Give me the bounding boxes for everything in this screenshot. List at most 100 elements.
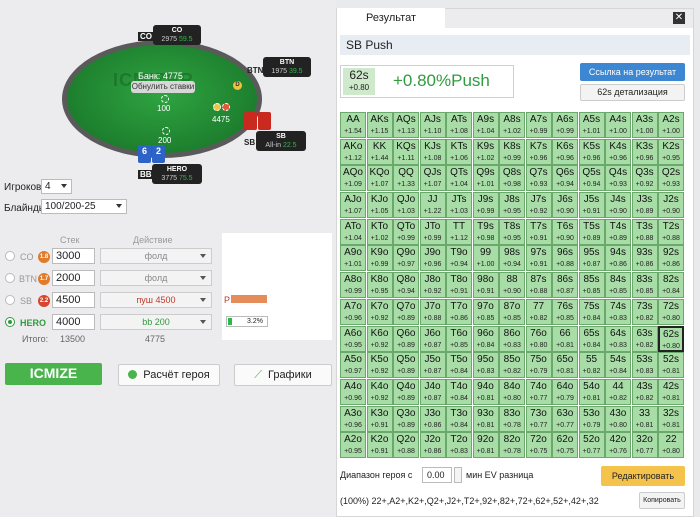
hand-detail-button[interactable]: 62s детализация <box>580 84 685 101</box>
hand-cell[interactable]: Q8s +0.98 <box>499 165 525 192</box>
hand-cell[interactable]: KQs +1.11 <box>393 138 419 165</box>
hand-cell[interactable]: 86s +0.87 <box>552 272 578 299</box>
hand-cell[interactable]: QJo +1.03 <box>393 192 419 219</box>
hand-cell[interactable]: KK +1.44 <box>366 138 393 165</box>
charts-button[interactable]: ⟋ Графики <box>234 364 332 386</box>
hand-cell[interactable]: 73s +0.82 <box>631 298 658 325</box>
hand-cell[interactable]: A7o +0.96 <box>340 298 366 325</box>
hand-cell[interactable]: 75o +0.79 <box>525 352 552 379</box>
row-sb-radio[interactable] <box>5 295 15 305</box>
range-ev-input[interactable]: 0.00 <box>422 467 452 483</box>
row-btn-action-select[interactable]: фолд <box>100 270 212 286</box>
hand-cell[interactable]: QQ +1.33 <box>393 165 419 192</box>
hand-cell[interactable]: 85o +0.82 <box>499 352 525 379</box>
hand-cell[interactable]: K5s +0.96 <box>578 138 605 165</box>
hand-cell[interactable]: 42s +0.81 <box>658 378 684 405</box>
hand-cell[interactable]: KQo +1.07 <box>366 165 393 192</box>
hand-cell[interactable]: J7s +0.92 <box>525 192 552 219</box>
range-ev-stepper[interactable] <box>454 467 462 483</box>
hand-cell[interactable]: K2s +0.95 <box>658 138 684 165</box>
hand-cell[interactable]: 93o +0.81 <box>472 405 499 432</box>
row-hero-stack-input[interactable]: 4000 <box>52 314 95 330</box>
hand-cell[interactable]: 55 +0.82 <box>578 352 605 379</box>
hand-cell[interactable]: 97s +0.91 <box>525 245 552 272</box>
hand-cell[interactable]: Q3s +0.92 <box>631 165 658 192</box>
hand-cell[interactable]: K4s +0.96 <box>605 138 631 165</box>
row-sb-action-select[interactable]: пуш 4500 <box>100 292 212 308</box>
hand-cell[interactable]: 76s +0.85 <box>552 298 578 325</box>
hand-cell[interactable]: 74o +0.77 <box>525 378 552 405</box>
close-icon[interactable]: ✕ <box>673 12 685 24</box>
hand-cell[interactable]: KTo +1.02 <box>366 218 393 245</box>
hand-cell[interactable]: 92o +0.81 <box>472 432 499 459</box>
hand-cell[interactable]: T9o +0.94 <box>446 245 472 272</box>
hand-cell[interactable]: 87s +0.88 <box>525 272 552 299</box>
hand-cell[interactable]: J9s +0.99 <box>472 192 499 219</box>
hand-cell[interactable]: A6s +0.99 <box>552 112 578 138</box>
hand-cell[interactable]: T9s +0.98 <box>472 218 499 245</box>
hand-cell[interactable]: T8s +0.95 <box>499 218 525 245</box>
hand-cell[interactable]: J4o +0.87 <box>419 378 446 405</box>
hand-cell[interactable]: J5s +0.91 <box>578 192 605 219</box>
hand-cell[interactable]: J2s +0.90 <box>658 192 684 219</box>
hand-cell[interactable]: T4s +0.89 <box>605 218 631 245</box>
copy-button[interactable]: Копировать <box>639 492 685 509</box>
hand-cell[interactable]: A6o +0.95 <box>340 325 366 352</box>
hand-cell[interactable]: J6o +0.87 <box>419 325 446 352</box>
hand-cell[interactable]: Q9o +0.97 <box>393 245 419 272</box>
hand-cell[interactable]: K4o +0.92 <box>366 378 393 405</box>
hand-cell[interactable]: QJs +1.07 <box>419 165 446 192</box>
hand-cell[interactable]: AA +1.54 <box>340 112 366 138</box>
hand-cell[interactable]: 22 +0.80 <box>658 432 684 459</box>
hand-cell[interactable]: JJ +1.22 <box>419 192 446 219</box>
hand-cell[interactable]: Q2s +0.93 <box>658 165 684 192</box>
hand-cell[interactable]: A9s +1.04 <box>472 112 499 138</box>
players-select[interactable]: 4 <box>41 179 72 194</box>
hand-cell[interactable]: T6s +0.90 <box>552 218 578 245</box>
hand-cell[interactable]: TT +1.12 <box>446 218 472 245</box>
hand-cell[interactable]: A5o +0.97 <box>340 352 366 379</box>
hand-cell[interactable]: J6s +0.90 <box>552 192 578 219</box>
hand-cell[interactable]: JTs +1.03 <box>446 192 472 219</box>
hand-cell[interactable]: 64o +0.79 <box>552 378 578 405</box>
hand-cell[interactable]: 32o +0.77 <box>631 432 658 459</box>
hand-cell[interactable]: AKo +1.12 <box>340 138 366 165</box>
hand-cell[interactable]: J3s +0.89 <box>631 192 658 219</box>
hand-cell[interactable]: T3s +0.88 <box>631 218 658 245</box>
hand-cell[interactable]: T7s +0.91 <box>525 218 552 245</box>
hand-cell[interactable]: ATo +1.04 <box>340 218 366 245</box>
hand-cell[interactable]: 84o +0.80 <box>499 378 525 405</box>
hand-cell[interactable]: J3o +0.86 <box>419 405 446 432</box>
hand-cell[interactable]: K8s +0.99 <box>499 138 525 165</box>
hand-cell[interactable]: Q6o +0.89 <box>393 325 419 352</box>
hand-cell[interactable]: KJs +1.08 <box>419 138 446 165</box>
hand-cell[interactable]: 93s +0.86 <box>631 245 658 272</box>
row-sb-stack-input[interactable]: 4500 <box>52 292 95 308</box>
hand-cell[interactable]: T4o +0.84 <box>446 378 472 405</box>
hand-cell[interactable]: 86o +0.83 <box>499 325 525 352</box>
hand-cell[interactable]: T2s +0.88 <box>658 218 684 245</box>
hand-cell[interactable]: J2o +0.86 <box>419 432 446 459</box>
seat-co[interactable]: CO 2975 59.5 <box>153 25 201 45</box>
hand-cell[interactable]: K7s +0.96 <box>525 138 552 165</box>
hand-cell[interactable]: J8s +0.95 <box>499 192 525 219</box>
hand-cell[interactable]: 95s +0.87 <box>578 245 605 272</box>
hand-cell[interactable]: A4o +0.96 <box>340 378 366 405</box>
hand-cell[interactable]: 88 +0.90 <box>499 272 525 299</box>
hand-cell[interactable]: A8s +1.02 <box>499 112 525 138</box>
hand-cell[interactable]: A5s +1.01 <box>578 112 605 138</box>
row-btn-stack-input[interactable]: 2000 <box>52 270 95 286</box>
hand-cell[interactable]: 77 +0.82 <box>525 298 552 325</box>
icmize-button[interactable]: ICMIZE <box>5 363 102 385</box>
hand-cell[interactable]: A8o +0.99 <box>340 272 366 299</box>
hand-cell[interactable]: Q9s +1.01 <box>472 165 499 192</box>
hand-cell[interactable]: AKs +1.15 <box>366 112 393 138</box>
hand-cell[interactable]: 83s +0.85 <box>631 272 658 299</box>
blinds-select[interactable]: 100/200-25 <box>41 199 127 214</box>
hand-cell[interactable]: 76o +0.80 <box>525 325 552 352</box>
reset-bets-button[interactable]: Обнулить ставки <box>131 81 195 93</box>
hand-cell[interactable]: 98o +0.91 <box>472 272 499 299</box>
hand-cell[interactable]: 95o +0.83 <box>472 352 499 379</box>
seat-btn[interactable]: BTN 1975 39.5 <box>263 57 311 77</box>
hand-cell[interactable]: Q5s +0.94 <box>578 165 605 192</box>
